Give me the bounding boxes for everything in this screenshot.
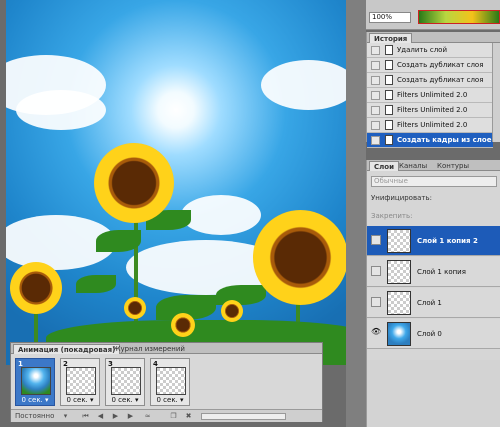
- history-item[interactable]: Создать дубликат слоя: [367, 73, 493, 88]
- frames-scrollbar[interactable]: [201, 413, 286, 420]
- workspace-background: [346, 0, 366, 427]
- trash-icon[interactable]: ✖: [184, 412, 193, 421]
- history-item[interactable]: Filters Unlimited 2.0: [367, 103, 493, 118]
- navigator-thumbnail[interactable]: [418, 10, 500, 24]
- layer-name: Слой 1 копия 2: [417, 237, 478, 245]
- history-snapshot-checkbox[interactable]: [371, 61, 380, 70]
- unify-label: Унифицировать:: [371, 194, 432, 202]
- layer-name: Слой 0: [417, 330, 442, 338]
- layer-name: Слой 1: [417, 299, 442, 307]
- layers-tabbar: Слои Каналы Контуры: [367, 160, 500, 171]
- lock-label: Закрепить:: [371, 212, 413, 220]
- history-item[interactable]: Filters Unlimited 2.0: [367, 118, 493, 133]
- history-item[interactable]: Удалить слой: [367, 43, 493, 58]
- first-frame-icon[interactable]: ⏮: [81, 412, 90, 421]
- panel-dock-empty: [366, 360, 500, 427]
- frame-thumbnail: [21, 367, 51, 395]
- history-item-label: Filters Unlimited 2.0: [397, 91, 468, 99]
- history-snapshot-checkbox[interactable]: [371, 106, 380, 115]
- eye-icon[interactable]: 👁: [371, 328, 381, 338]
- animation-frame[interactable]: 30 сек. ▾: [105, 358, 145, 406]
- tab-measurement-log[interactable]: Журнал измерений: [109, 344, 189, 354]
- layer-thumbnail: [387, 322, 411, 346]
- animation-panel: Анимация (покадровая) Журнал измерений 1…: [10, 342, 323, 422]
- animation-frame[interactable]: 20 сек. ▾: [60, 358, 100, 406]
- layer-thumbnail: [387, 260, 411, 284]
- history-item-label: Filters Unlimited 2.0: [397, 106, 468, 114]
- history-item-label: Создать кадры из слоев: [397, 136, 496, 144]
- document-canvas[interactable]: [6, 0, 346, 365]
- layer-row[interactable]: 👁 Слой 0: [367, 319, 500, 349]
- layer-row[interactable]: Слой 1 копия 2: [367, 226, 500, 256]
- frame-delay[interactable]: 0 сек. ▾: [151, 396, 189, 404]
- layer-row[interactable]: Слой 1: [367, 288, 500, 318]
- layer-thumbnail: [387, 229, 411, 253]
- tween-icon[interactable]: ≈: [143, 412, 152, 421]
- layer-row[interactable]: Слой 1 копия: [367, 257, 500, 287]
- animation-frame[interactable]: 10 сек. ▾: [15, 358, 55, 406]
- animation-frame[interactable]: 40 сек. ▾: [150, 358, 190, 406]
- history-panel: История Удалить слой Создать дубликат сло…: [366, 32, 500, 148]
- blend-mode-select[interactable]: Обычные: [371, 176, 497, 187]
- tab-paths[interactable]: Контуры: [433, 161, 473, 171]
- history-snapshot-checkbox[interactable]: [371, 136, 380, 145]
- history-snapshot-checkbox[interactable]: [371, 76, 380, 85]
- animation-controls: Постоянно ▾ ⏮ ◀ ▶ ▶ ≈ ❐ ✖: [11, 409, 322, 422]
- history-state-icon: [385, 105, 393, 115]
- layer-name: Слой 1 копия: [417, 268, 466, 276]
- frame-thumbnail: [66, 367, 96, 395]
- history-snapshot-checkbox[interactable]: [371, 91, 380, 100]
- tab-animation[interactable]: Анимация (покадровая): [13, 344, 121, 354]
- eye-icon[interactable]: [371, 266, 381, 276]
- eye-icon[interactable]: [371, 235, 381, 245]
- animation-tabbar: Анимация (покадровая) Журнал измерений: [11, 343, 322, 354]
- history-scrollbar[interactable]: [492, 43, 500, 142]
- history-snapshot-checkbox[interactable]: [371, 121, 380, 130]
- play-icon[interactable]: ▶: [111, 412, 120, 421]
- history-state-icon: [385, 60, 393, 70]
- zoom-input[interactable]: 100%: [369, 12, 411, 23]
- frame-thumbnail: [111, 367, 141, 395]
- history-state-icon: [385, 135, 393, 145]
- tab-channels[interactable]: Каналы: [395, 161, 431, 171]
- history-item-label: Filters Unlimited 2.0: [397, 121, 468, 129]
- frame-thumbnail: [156, 367, 186, 395]
- history-state-icon: [385, 45, 393, 55]
- tab-history[interactable]: История: [369, 33, 413, 43]
- loop-dropdown-icon[interactable]: ▾: [61, 412, 70, 421]
- layers-panel: Слои Каналы Контуры Обычные Унифицироват…: [366, 160, 500, 360]
- history-item[interactable]: Filters Unlimited 2.0: [367, 88, 493, 103]
- history-item[interactable]: Создать дубликат слоя: [367, 58, 493, 73]
- new-frame-icon[interactable]: ❐: [169, 412, 178, 421]
- history-tabbar: История: [367, 32, 500, 43]
- prev-frame-icon[interactable]: ◀: [96, 412, 105, 421]
- history-state-icon: [385, 120, 393, 130]
- layer-thumbnail: [387, 291, 411, 315]
- history-state-icon: [385, 90, 393, 100]
- history-snapshot-checkbox[interactable]: [371, 46, 380, 55]
- loop-select[interactable]: Постоянно: [15, 412, 54, 421]
- next-frame-icon[interactable]: ▶: [126, 412, 135, 421]
- frame-delay[interactable]: 0 сек. ▾: [61, 396, 99, 404]
- history-state-icon: [385, 75, 393, 85]
- history-item-label: Удалить слой: [397, 46, 448, 54]
- history-item-label: Создать дубликат слоя: [397, 61, 484, 69]
- eye-icon[interactable]: [371, 297, 381, 307]
- history-item-label: Создать дубликат слоя: [397, 76, 484, 84]
- frame-delay[interactable]: 0 сек. ▾: [106, 396, 144, 404]
- history-item[interactable]: Создать кадры из слоев: [367, 133, 496, 148]
- frame-delay[interactable]: 0 сек. ▾: [16, 396, 54, 404]
